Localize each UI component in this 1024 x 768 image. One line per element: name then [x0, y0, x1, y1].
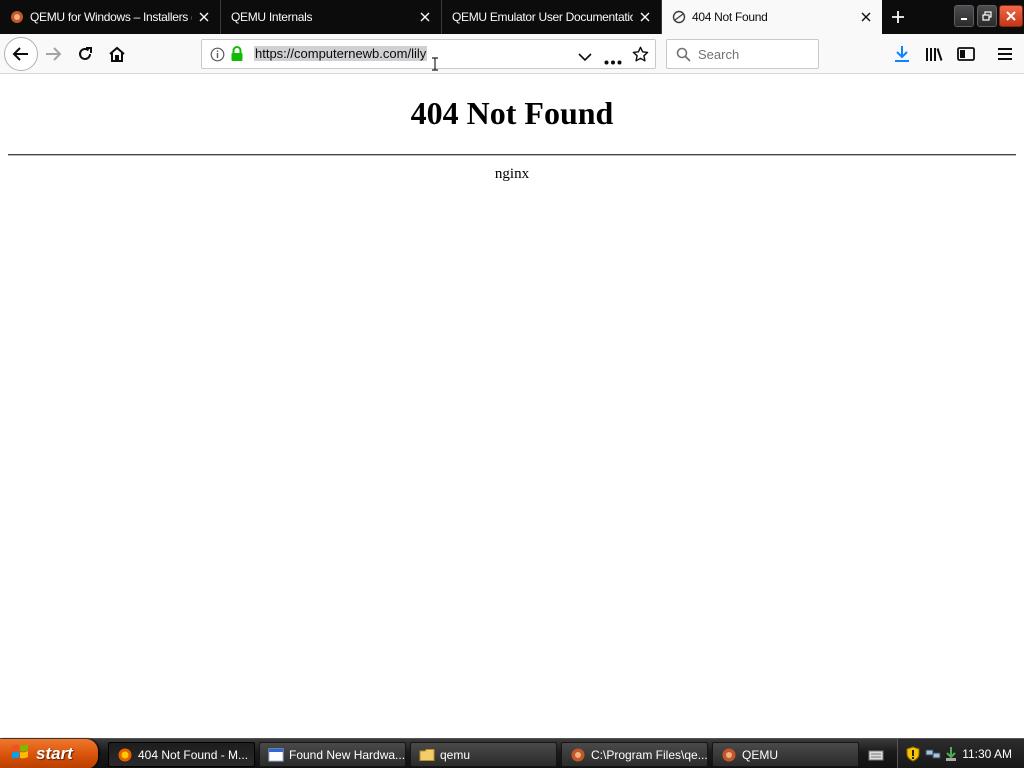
taskbar-item-label: qemu — [440, 747, 471, 762]
tab-strip: QEMU for Windows – Installers (64 bit) Q… — [0, 0, 1024, 34]
navigation-toolbar: https://computernewb.com/lily Search — [0, 34, 1024, 74]
taskbar: start 404 Not Found - M... Found New Har… — [0, 738, 1024, 768]
tab-title: QEMU Emulator User Documentation — [452, 10, 633, 24]
lock-icon[interactable] — [230, 46, 244, 67]
page-actions-icon[interactable] — [604, 52, 622, 70]
safely-remove-icon[interactable] — [944, 746, 958, 767]
taskbar-item-label: QEMU — [742, 747, 778, 762]
tab-qemu-docs[interactable]: QEMU Emulator User Documentation — [442, 0, 662, 34]
folder-icon — [419, 747, 435, 763]
tab-title: 404 Not Found — [692, 10, 768, 24]
url-bar[interactable]: https://computernewb.com/lily — [201, 39, 656, 71]
info-icon[interactable] — [210, 47, 225, 67]
page-favicon-icon — [672, 10, 686, 24]
taskbar-item-found-new-hardware[interactable]: Found New Hardwa... — [259, 742, 406, 767]
back-button[interactable] — [4, 37, 38, 71]
server-name: nginx — [494, 166, 530, 182]
new-tab-button[interactable] — [884, 4, 912, 30]
close-tab-icon[interactable] — [633, 5, 657, 29]
bookmark-star-icon[interactable] — [632, 46, 649, 68]
qemu-icon — [570, 747, 586, 763]
tab-404-not-found[interactable]: 404 Not Found — [662, 0, 882, 34]
tab-qemu-internals[interactable]: QEMU Internals — [221, 0, 442, 34]
text-cursor-icon — [431, 57, 439, 76]
qemu-favicon-icon — [10, 10, 24, 24]
sidebar-icon[interactable] — [950, 38, 982, 70]
search-placeholder: Search — [698, 47, 740, 62]
downloads-icon[interactable] — [886, 38, 918, 70]
keyboard-icon[interactable] — [868, 748, 884, 766]
start-button[interactable]: start — [0, 739, 98, 768]
reload-button[interactable] — [69, 38, 101, 70]
close-tab-icon[interactable] — [854, 5, 878, 29]
close-window-button[interactable] — [999, 5, 1023, 27]
firefox-icon — [117, 747, 133, 763]
tab-title: QEMU for Windows – Installers (64 bit) — [30, 10, 192, 24]
security-shield-icon[interactable] — [906, 746, 920, 767]
tab-qemu-windows[interactable]: QEMU for Windows – Installers (64 bit) — [0, 0, 221, 34]
forward-button[interactable] — [37, 38, 69, 70]
library-icon[interactable] — [918, 38, 950, 70]
taskbar-item-qemu-folder[interactable]: qemu — [410, 742, 557, 767]
taskbar-item-label: 404 Not Found - M... — [138, 747, 249, 762]
taskbar-item-qemu[interactable]: QEMU — [712, 742, 859, 767]
chevron-down-icon[interactable] — [578, 49, 592, 67]
restore-window-button[interactable] — [977, 5, 997, 27]
search-icon — [676, 47, 691, 67]
windows-logo-icon — [10, 742, 30, 767]
close-tab-icon[interactable] — [192, 5, 216, 29]
page-content: 404 Not Found nginx — [0, 75, 1024, 738]
minimize-window-button[interactable] — [954, 5, 974, 27]
start-label: start — [36, 744, 73, 763]
home-button[interactable] — [101, 38, 133, 70]
page-heading: 404 Not Found — [410, 95, 614, 131]
url-text[interactable]: https://computernewb.com/lily — [254, 46, 428, 61]
taskbar-item-browser[interactable]: 404 Not Found - M... — [108, 742, 255, 767]
qemu-icon — [721, 747, 737, 763]
taskbar-item-program-files[interactable]: C:\Program Files\qe... — [561, 742, 708, 767]
search-input[interactable]: Search — [666, 39, 819, 69]
taskbar-item-label: C:\Program Files\qe... — [591, 747, 708, 762]
tab-title: QEMU Internals — [231, 10, 313, 24]
clock: 11:30 AM — [962, 747, 1012, 761]
network-icon[interactable] — [925, 747, 941, 766]
menu-icon[interactable] — [989, 38, 1021, 70]
window-icon — [268, 747, 284, 763]
close-tab-icon[interactable] — [413, 5, 437, 29]
taskbar-item-label: Found New Hardwa... — [289, 747, 406, 762]
system-tray: 11:30 AM — [897, 739, 1024, 768]
horizontal-rule — [8, 154, 1016, 156]
